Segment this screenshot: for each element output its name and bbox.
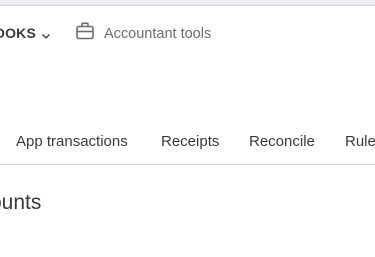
books-menu-label: OOKS xyxy=(0,25,37,41)
header-bar: OOKS Accountant tools xyxy=(0,6,375,60)
books-menu[interactable]: OOKS xyxy=(0,25,51,41)
tab-rules[interactable]: Rule xyxy=(345,133,375,150)
page: OOKS Accountant tools App transactions R… xyxy=(0,0,375,257)
accountant-tools-label: Accountant tools xyxy=(104,25,212,42)
tab-reconcile[interactable]: Reconcile xyxy=(249,133,315,150)
briefcase-icon xyxy=(75,21,95,46)
accountant-tools-button[interactable]: Accountant tools xyxy=(75,21,211,46)
tab-bar: App transactions Receipts Reconcile Rule xyxy=(0,124,375,165)
page-title: ounts xyxy=(0,191,42,214)
chevron-down-icon xyxy=(41,28,51,39)
tab-app-transactions[interactable]: App transactions xyxy=(16,133,128,150)
tab-receipts[interactable]: Receipts xyxy=(161,133,219,150)
